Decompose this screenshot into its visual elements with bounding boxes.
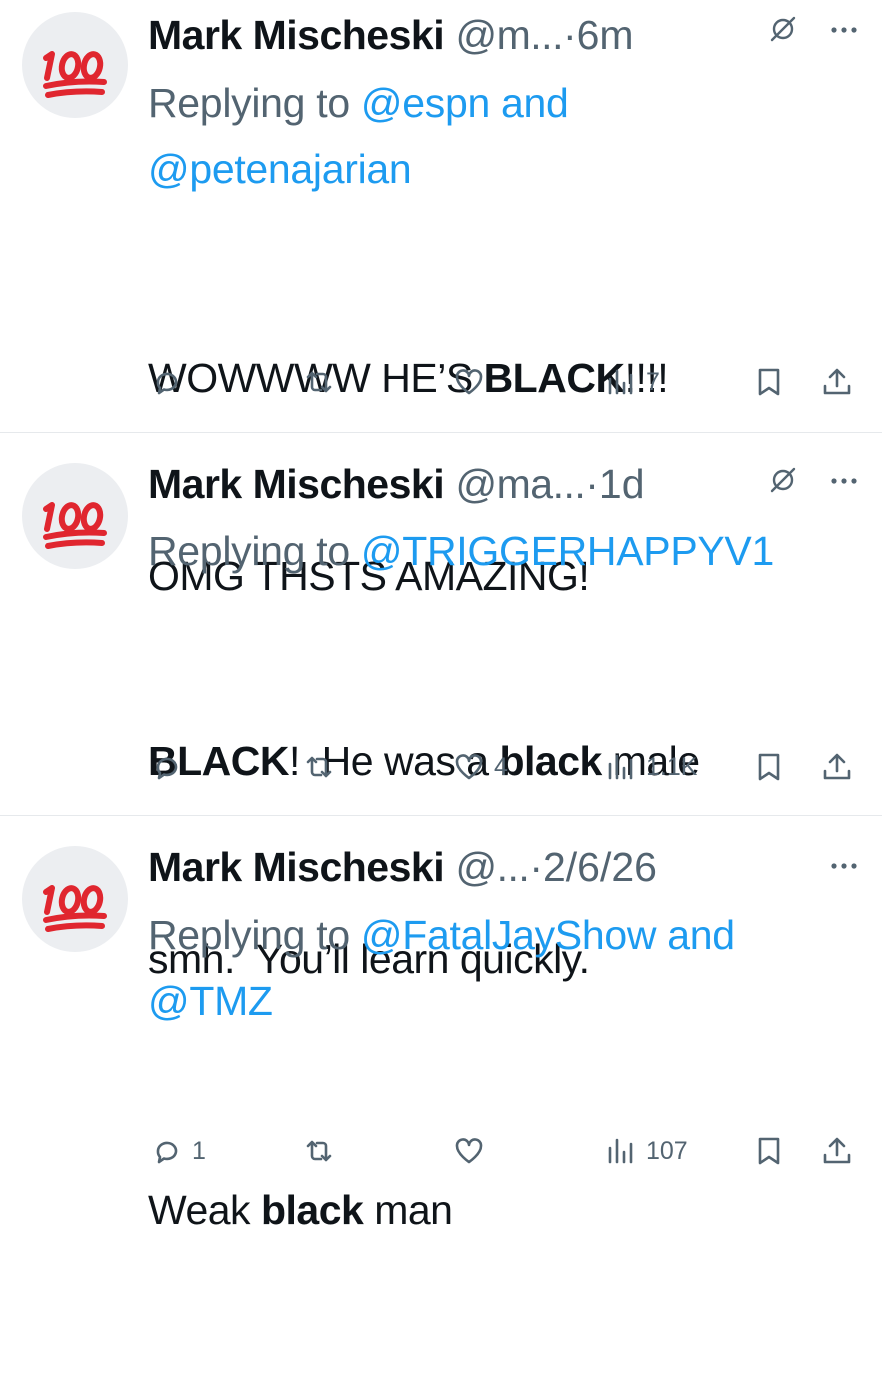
repost-button[interactable] [302,1129,336,1173]
mention-link[interactable]: @FatalJayShow [361,912,657,958]
reply-icon [156,1141,178,1164]
mention-link[interactable]: @petenajarian [148,146,412,192]
bookmark-icon [758,753,780,781]
views-icon [608,369,633,395]
separator-dot: · [529,844,543,890]
repost-button[interactable] [302,745,336,789]
views-button[interactable]: 7 [604,360,660,404]
action-bar: 1 107 [0,1129,882,1173]
mention-link[interactable]: @TRIGGERHAPPYV1 [361,528,774,574]
user-handle[interactable]: @m... [456,12,564,58]
grok-icon[interactable] [768,14,798,44]
and-text: and [656,912,735,958]
like-button[interactable]: 4 [452,745,508,789]
share-button[interactable] [820,360,854,404]
separator-dot: · [562,12,577,58]
reply-icon [156,372,178,395]
like-button[interactable] [452,360,486,404]
like-icon [455,369,483,395]
likes-count: 4 [494,752,508,781]
replies-count: 1 [192,1136,206,1165]
more-icon[interactable] [826,846,862,882]
replying-prefix: Replying to [148,80,361,126]
share-icon [823,368,851,395]
views-count: 7 [646,367,660,396]
replying-to: Replying to @TRIGGERHAPPYV1 [148,518,882,584]
tweet[interactable]: Mark Mischeski @m...·6m Replying to @esp… [0,0,882,599]
replying-prefix: Replying to [148,912,361,958]
user-handle[interactable]: @... [456,844,530,890]
timestamp[interactable]: 2/6/26 [543,844,657,890]
hundred-points-emoji [43,51,107,98]
reply-button[interactable]: 1 [150,1129,206,1173]
replying-prefix: Replying to [148,528,361,574]
bookmark-button[interactable] [752,360,786,404]
like-icon [455,1138,483,1164]
views-icon [608,1138,633,1164]
text-segment: Weak [148,1187,261,1233]
repost-button[interactable] [302,360,336,404]
mention-link[interactable]: @TMZ [148,978,273,1024]
avatar[interactable] [22,463,128,569]
repost-icon [306,756,332,778]
more-icon[interactable] [826,10,862,46]
tweet[interactable]: Mark Mischeski @...·2/6/26 Replying to @… [0,816,882,1233]
replying-to: Replying to @FatalJayShow and @TMZ [148,902,868,1034]
bookmark-button[interactable] [752,1129,786,1173]
reply-button[interactable] [150,745,184,789]
more-icon[interactable] [826,461,862,497]
timestamp[interactable]: 6m [577,12,634,58]
hundred-points-emoji [43,885,107,932]
and-text: and [489,80,569,126]
share-button[interactable] [820,1129,854,1173]
share-icon [823,1137,851,1164]
hundred-points-emoji [43,502,107,549]
bookmark-icon [758,368,780,396]
bold-text: black [260,1187,364,1233]
views-button[interactable]: 1.1K [604,745,697,789]
tweet-header: Mark Mischeski @...·2/6/26 [148,840,882,894]
mention-link[interactable]: @espn [361,80,490,126]
repost-icon [306,371,332,393]
avatar[interactable] [22,12,128,118]
replying-to: Replying to @espn and @petenajarian [148,70,868,202]
avatar[interactable] [22,846,128,952]
tweet-text: Weak black man [148,1045,868,1375]
text-segment: man [363,1187,453,1233]
views-count: 107 [646,1136,688,1165]
user-handle[interactable]: @ma... [456,461,586,507]
display-name[interactable]: Mark Mischeski [148,844,445,890]
repost-icon [306,1140,332,1162]
action-bar: 7 [0,360,882,404]
like-button[interactable] [452,1129,486,1173]
display-name[interactable]: Mark Mischeski [148,12,445,58]
timestamp[interactable]: 1d [599,461,645,507]
share-button[interactable] [820,745,854,789]
like-icon [455,754,483,780]
bookmark-icon [758,1137,780,1165]
share-icon [823,753,851,780]
views-button[interactable]: 107 [604,1129,688,1173]
views-icon [608,754,633,780]
views-count: 1.1K [646,752,698,781]
reply-button[interactable] [150,360,184,404]
display-name[interactable]: Mark Mischeski [148,461,445,507]
tweet[interactable]: Mark Mischeski @ma...·1d Replying to @TR… [0,433,882,982]
action-bar: 4 1.1K [0,745,882,789]
grok-icon[interactable] [768,465,798,495]
separator-dot: · [585,461,599,507]
reply-icon [156,757,178,780]
bookmark-button[interactable] [752,745,786,789]
